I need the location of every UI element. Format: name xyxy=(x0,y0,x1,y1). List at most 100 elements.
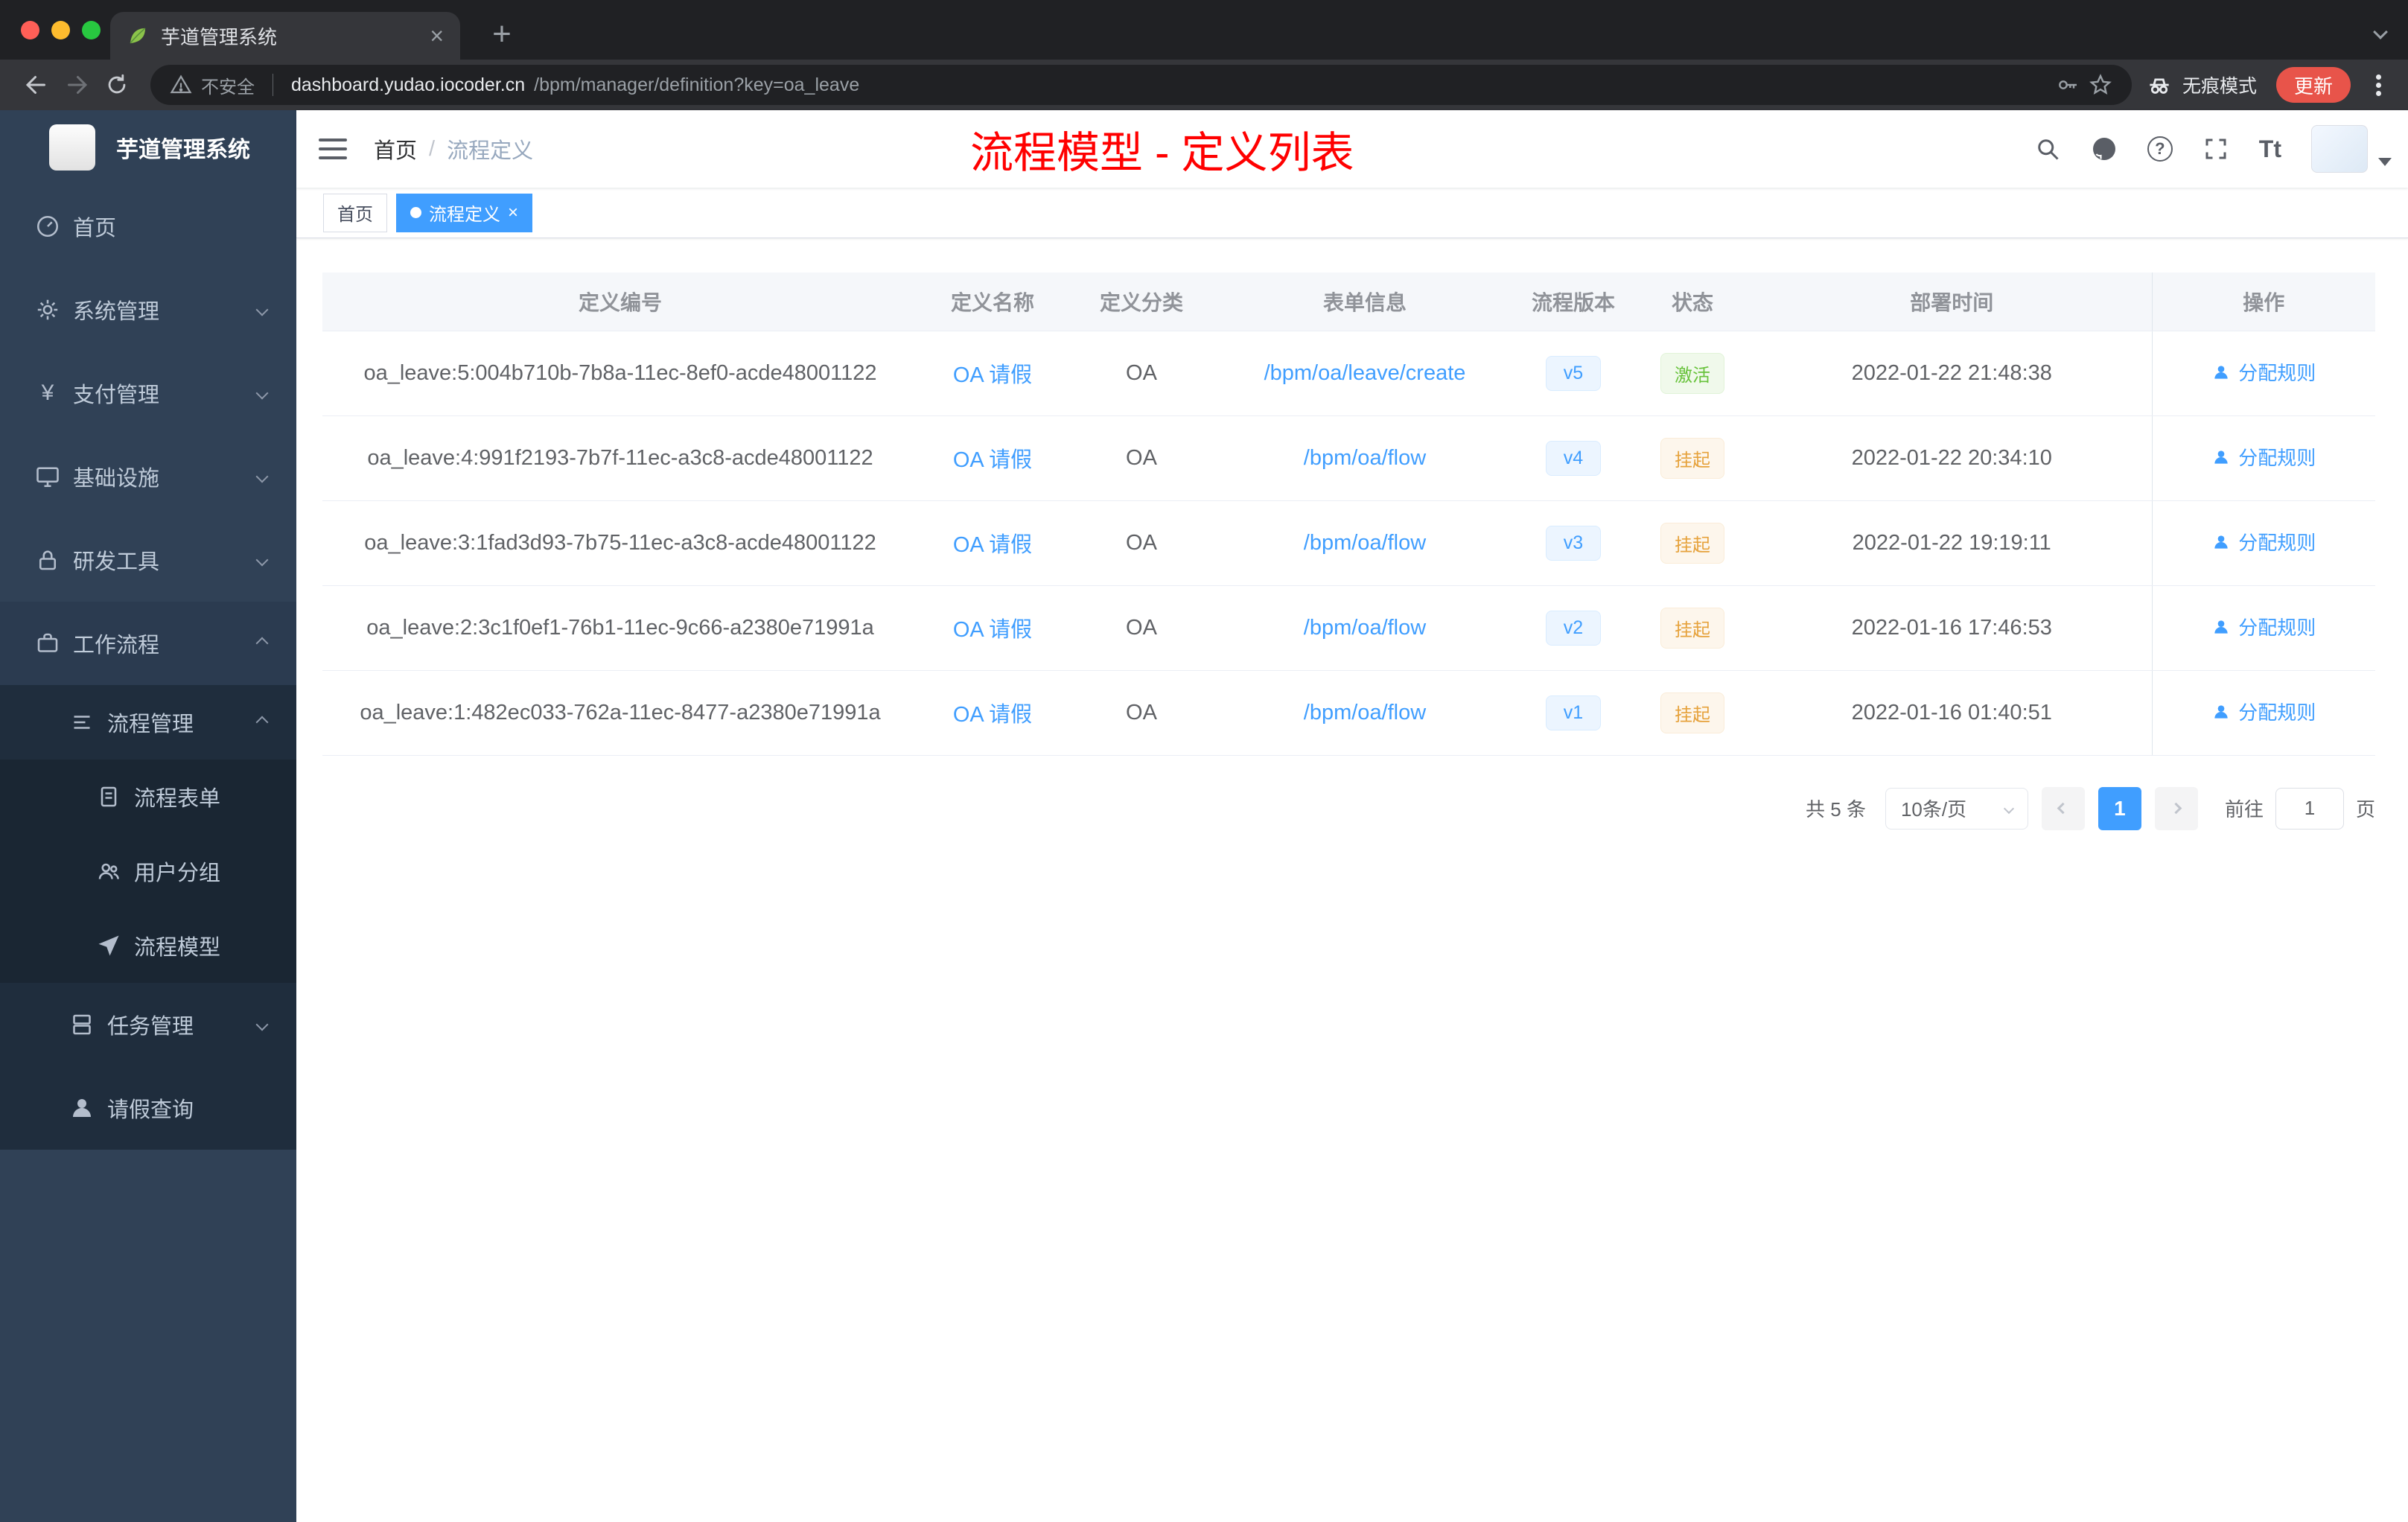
sidebar-item-system[interactable]: 系统管理 xyxy=(0,268,296,351)
column-header: 流程版本 xyxy=(1514,273,1633,331)
assign-rule-link[interactable]: 分配规则 xyxy=(2211,443,2316,471)
definition-id: oa_leave:2:3c1f0ef1-76b1-11ec-9c66-a2380… xyxy=(322,585,918,671)
breadcrumb-separator: / xyxy=(429,136,436,161)
page-size-value: 10条/页 xyxy=(1900,798,1967,821)
address-bar[interactable]: 不安全 dashboard.yudao.iocoder.cn /bpm/mana… xyxy=(150,65,2132,105)
sidebar-item-process-mgmt[interactable]: 流程管理 xyxy=(0,685,296,760)
deploy-time: 2022-01-16 17:46:53 xyxy=(1752,585,2152,671)
sidebar-item-user-group[interactable]: 用户分组 xyxy=(0,834,296,908)
sidebar-item-leave-query[interactable]: 请假查询 xyxy=(0,1066,296,1150)
tag-home[interactable]: 首页 xyxy=(323,193,387,232)
sidebar-item-devtools[interactable]: 研发工具 xyxy=(0,518,296,602)
goto-input[interactable] xyxy=(2275,787,2344,830)
prev-page-button[interactable] xyxy=(2041,786,2085,830)
help-icon[interactable]: ? xyxy=(2147,136,2173,162)
browser-tab[interactable]: 芋道管理系统 × xyxy=(110,12,460,60)
yen-icon: ¥ xyxy=(41,380,54,405)
avatar[interactable] xyxy=(2311,125,2368,173)
sidebar-item-process-form[interactable]: 流程表单 xyxy=(0,760,296,834)
assign-rule-link[interactable]: 分配规则 xyxy=(2211,613,2316,640)
lock-icon xyxy=(34,547,61,573)
window-close-button[interactable] xyxy=(21,21,39,39)
sidebar-item-home[interactable]: 首页 xyxy=(0,185,296,268)
chevron-left-icon xyxy=(2057,802,2069,815)
bookmark-star-icon[interactable] xyxy=(2089,73,2112,97)
chevron-right-icon xyxy=(2170,802,2182,815)
column-header: 定义名称 xyxy=(918,273,1067,331)
breadcrumb: 首页 / 流程定义 xyxy=(374,133,533,165)
pagination-total: 共 5 条 xyxy=(1806,798,1866,821)
tab-title: 芋道管理系统 xyxy=(161,25,278,48)
definition-name-link[interactable]: OA 请假 xyxy=(953,448,1032,472)
window-zoom-button[interactable] xyxy=(82,21,101,39)
workflow-submenu: 流程管理 流程表单 用户分组 流程模型 任务管理 请假查询 xyxy=(0,685,296,1150)
search-icon[interactable] xyxy=(2034,136,2061,162)
definition-name-link[interactable]: OA 请假 xyxy=(953,533,1032,557)
avatar-caret-icon[interactable] xyxy=(2378,157,2392,166)
next-page-button[interactable] xyxy=(2154,786,2198,830)
forward-button[interactable] xyxy=(57,65,97,105)
definition-name-link[interactable]: OA 请假 xyxy=(953,703,1032,727)
font-size-icon[interactable]: Tt xyxy=(2259,136,2281,163)
window-minimize-button[interactable] xyxy=(51,21,70,39)
briefcase-icon xyxy=(34,630,61,657)
table-row: oa_leave:5:004b710b-7b8a-11ec-8ef0-acde4… xyxy=(322,331,2375,416)
status-badge: 挂起 xyxy=(1660,607,1724,649)
document-icon xyxy=(95,783,122,810)
incognito-icon xyxy=(2145,71,2173,99)
form-link[interactable]: /bpm/oa/flow xyxy=(1304,616,1426,640)
tag-close-icon[interactable]: × xyxy=(508,203,518,222)
sidebar-item-workflow[interactable]: 工作流程 xyxy=(0,602,296,685)
tag-process-definition[interactable]: 流程定义 × xyxy=(396,193,533,232)
main-area: 首页 / 流程定义 流程模型 - 定义列表 ? Tt 首页 流程定义 × 定义编… xyxy=(296,110,2408,1522)
list-icon xyxy=(69,709,95,736)
sidebar-item-label: 基础设施 xyxy=(73,467,160,491)
goto-page: 前往 页 xyxy=(2224,787,2375,830)
browser-window: 芋道管理系统 × + 不安全 dashboard.yudao.iocoder.c… xyxy=(0,0,2408,1522)
sidebar-item-label: 请假查询 xyxy=(107,1098,194,1122)
tab-close-icon[interactable]: × xyxy=(430,24,444,48)
deploy-time: 2022-01-22 19:19:11 xyxy=(1752,500,2152,586)
sidebar-item-task-mgmt[interactable]: 任务管理 xyxy=(0,983,296,1066)
browser-menu-icon[interactable] xyxy=(2376,82,2381,88)
hamburger-icon[interactable] xyxy=(319,138,347,159)
form-link[interactable]: /bpm/oa/flow xyxy=(1304,446,1426,470)
goto-label: 前往 xyxy=(2224,798,2264,821)
assign-rule-link[interactable]: 分配规则 xyxy=(2211,528,2316,555)
window-controls xyxy=(21,21,101,39)
dashboard-icon xyxy=(34,213,61,240)
app-logo-avatar xyxy=(49,124,95,171)
navbar-actions: ? Tt xyxy=(2034,110,2392,188)
tag-label: 首页 xyxy=(337,205,373,225)
page-annotation: 流程模型 - 定义列表 xyxy=(970,129,1354,177)
form-link[interactable]: /bpm/oa/flow xyxy=(1304,701,1426,725)
tags-bar: 首页 流程定义 × xyxy=(296,188,2408,238)
chevron-up-icon xyxy=(255,637,269,650)
assign-rule-link[interactable]: 分配规则 xyxy=(2211,698,2316,725)
sidebar-item-infrastructure[interactable]: 基础设施 xyxy=(0,435,296,518)
tasks-icon xyxy=(69,1011,95,1038)
new-tab-button[interactable]: + xyxy=(482,15,521,54)
browser-update-button[interactable]: 更新 xyxy=(2275,67,2351,103)
fullscreen-icon[interactable] xyxy=(2202,136,2229,162)
definition-name-link[interactable]: OA 请假 xyxy=(953,363,1032,387)
definition-name-link[interactable]: OA 请假 xyxy=(953,618,1032,642)
sidebar-item-payment[interactable]: ¥ 支付管理 xyxy=(0,351,296,435)
tab-search-chevron-icon[interactable] xyxy=(2373,25,2388,39)
page-size-select[interactable]: 10条/页 xyxy=(1885,787,2028,830)
back-button[interactable] xyxy=(16,65,57,105)
reload-button[interactable] xyxy=(97,65,137,105)
form-link[interactable]: /bpm/oa/flow xyxy=(1304,531,1426,555)
tag-active-dot xyxy=(410,207,421,218)
page-number-button[interactable]: 1 xyxy=(2098,786,2141,830)
version-badge: v1 xyxy=(1546,695,1601,730)
sidebar-item-process-model[interactable]: 流程模型 xyxy=(0,908,296,983)
breadcrumb-current: 流程定义 xyxy=(447,139,534,163)
assign-rule-link[interactable]: 分配规则 xyxy=(2211,358,2316,386)
status-badge: 挂起 xyxy=(1660,437,1724,479)
github-icon[interactable] xyxy=(2091,136,2118,162)
password-key-icon[interactable] xyxy=(2056,73,2080,97)
form-link[interactable]: /bpm/oa/leave/create xyxy=(1264,361,1466,385)
breadcrumb-home[interactable]: 首页 xyxy=(374,133,417,165)
app-title: 芋道管理系统 xyxy=(116,138,250,162)
